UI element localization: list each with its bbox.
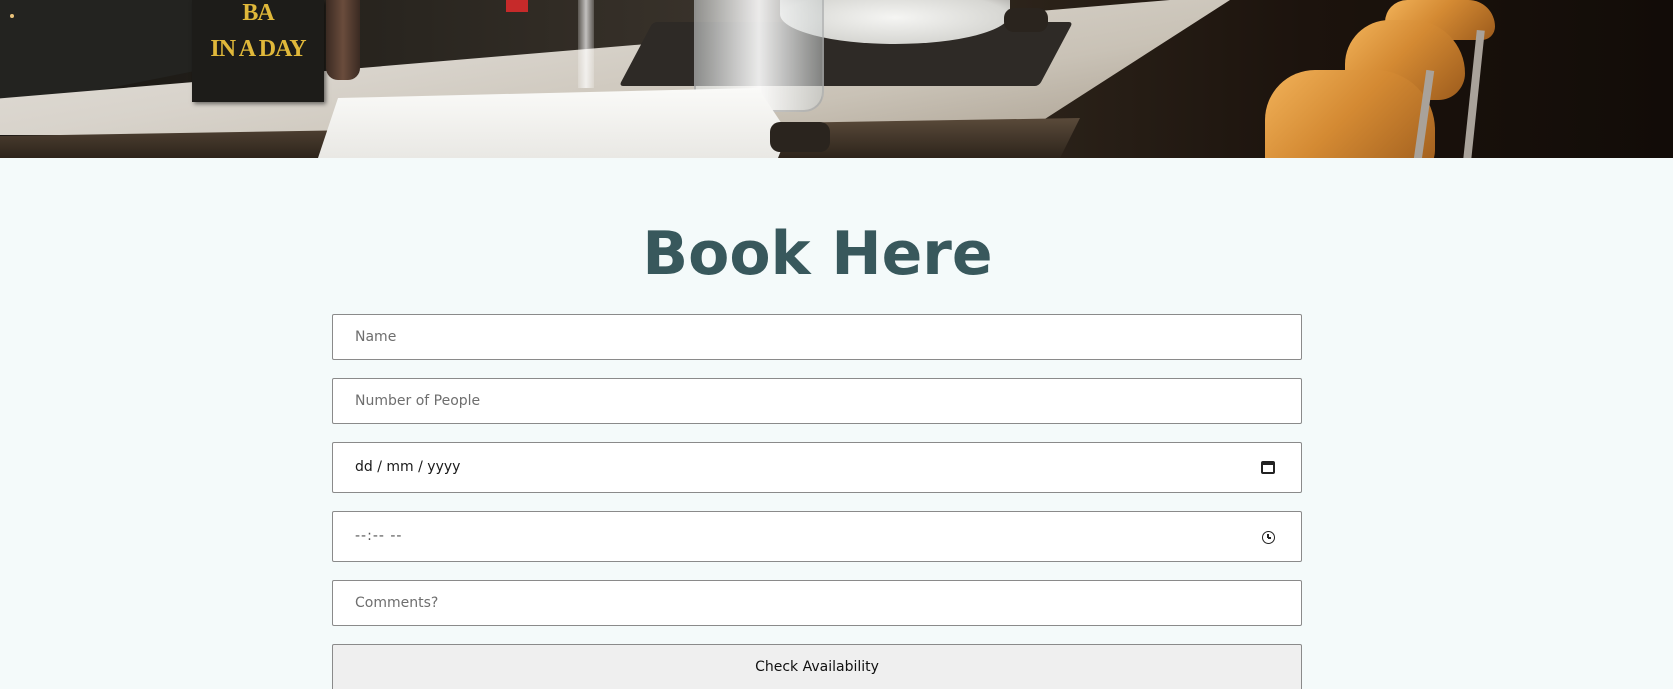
- check-availability-button[interactable]: Check Availability: [332, 644, 1302, 689]
- menu-card-line: BA: [242, 0, 274, 26]
- people-count-placeholder: Number of People: [355, 393, 481, 409]
- hero-image: BA IN A DAY: [0, 0, 1673, 158]
- page: BA IN A DAY Book Here Name Number of Peo…: [0, 0, 1673, 689]
- time-value: --:-- --: [355, 528, 403, 544]
- hero-cutlery-rest: [1004, 8, 1048, 32]
- hero-chair-leg: [1463, 29, 1485, 158]
- page-title: Book Here: [642, 219, 993, 289]
- hero-small-glass: [578, 0, 594, 88]
- date-input[interactable]: dd / mm / yyyy: [332, 442, 1302, 493]
- name-input[interactable]: Name: [332, 314, 1302, 360]
- hero-red-detail: [506, 0, 528, 12]
- hero-knife-holder: [770, 122, 830, 152]
- comments-placeholder: Comments?: [355, 595, 439, 611]
- name-placeholder: Name: [355, 329, 397, 345]
- clock-icon[interactable]: [1262, 531, 1275, 544]
- calendar-icon[interactable]: [1261, 461, 1275, 474]
- hero-light-dot: [10, 14, 14, 18]
- hero-chair: [1265, 70, 1435, 158]
- hero-pepper-mill: [326, 0, 360, 80]
- comments-input[interactable]: Comments?: [332, 580, 1302, 626]
- date-value: dd / mm / yyyy: [355, 459, 461, 475]
- hero-menu-card: BA IN A DAY: [192, 0, 324, 102]
- time-input[interactable]: --:-- --: [332, 511, 1302, 562]
- menu-card-line: IN A DAY: [210, 36, 306, 62]
- people-count-input[interactable]: Number of People: [332, 378, 1302, 424]
- hero-napkin: [318, 88, 788, 158]
